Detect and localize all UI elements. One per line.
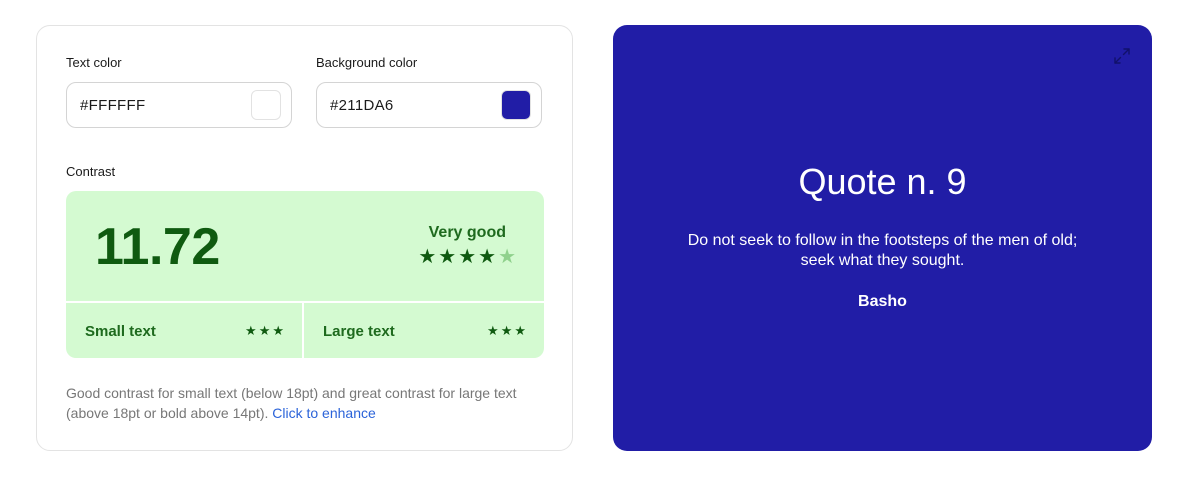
star-filled-icon: ★ <box>458 246 477 268</box>
text-color-swatch[interactable] <box>251 90 281 120</box>
quote-title: Quote n. 9 <box>798 161 967 202</box>
text-color-input[interactable]: #FFFFFF <box>66 82 292 128</box>
star-filled-icon: ★ <box>500 323 513 338</box>
text-color-value[interactable]: #FFFFFF <box>80 97 145 114</box>
background-color-input[interactable]: #211DA6 <box>316 82 542 128</box>
contrast-description: Good contrast for small text (below 18pt… <box>66 383 546 423</box>
contrast-label: Contrast <box>66 164 116 179</box>
background-color-label: Background color <box>316 55 418 70</box>
star-filled-icon: ★ <box>514 323 526 338</box>
contrast-score-box: 11.72 Very good ★ ★ ★ ★ ★ <box>66 191 544 301</box>
star-empty-icon: ★ <box>498 246 516 268</box>
large-text-stars: ★ ★ ★ <box>487 324 526 337</box>
large-text-label: Large text <box>323 323 395 340</box>
small-text-rating: Small text ★ ★ ★ <box>66 303 302 358</box>
text-color-label: Text color <box>66 55 122 70</box>
quote-text: Do not seek to follow in the footsteps o… <box>653 231 1112 271</box>
contrast-ratio: 11.72 <box>95 218 220 276</box>
star-filled-icon: ★ <box>418 246 437 268</box>
large-text-rating: Large text ★ ★ ★ <box>304 303 544 358</box>
quote-preview: Quote n. 9 Do not seek to follow in the … <box>613 25 1152 451</box>
background-color-swatch[interactable] <box>501 90 531 120</box>
quote-author: Basho <box>858 293 907 310</box>
quote-line-2: seek what they sought. <box>800 252 965 269</box>
star-filled-icon: ★ <box>487 323 499 338</box>
expand-icon[interactable] <box>1112 46 1132 66</box>
star-filled-icon: ★ <box>438 246 457 268</box>
small-text-stars: ★ ★ ★ <box>245 324 284 337</box>
contrast-stars: ★ ★ ★ ★ ★ <box>418 247 516 267</box>
star-filled-icon: ★ <box>245 323 257 338</box>
contrast-rating: Very good <box>428 224 506 241</box>
star-filled-icon: ★ <box>478 246 497 268</box>
quote-line-1: Do not seek to follow in the footsteps o… <box>687 232 1078 249</box>
star-filled-icon: ★ <box>258 323 271 338</box>
enhance-link[interactable]: Click to enhance <box>272 405 376 421</box>
small-text-label: Small text <box>85 323 156 340</box>
star-filled-icon: ★ <box>272 323 284 338</box>
contrast-checker-panel: Text color #FFFFFF Background color #211… <box>36 25 573 451</box>
background-color-value[interactable]: #211DA6 <box>330 97 394 114</box>
